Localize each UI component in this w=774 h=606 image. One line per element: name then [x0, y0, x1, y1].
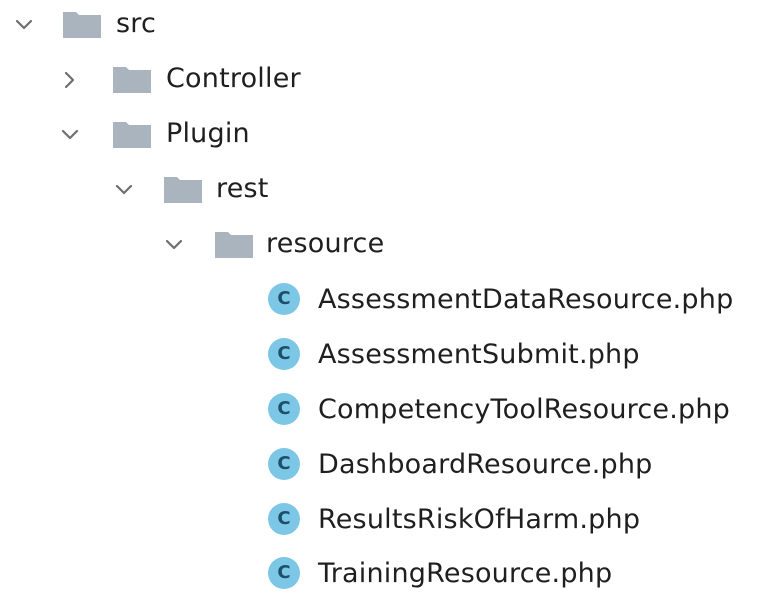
php-class-icon: C — [268, 393, 300, 425]
project-file-tree: src Controller Plugin rest resource C As… — [0, 0, 774, 589]
file-name: CompetencyToolResource.php — [318, 394, 730, 425]
tree-file-item[interactable]: C ResultsRiskOfHarm.php — [0, 498, 774, 552]
tree-node-rest[interactable]: rest — [0, 167, 774, 221]
file-name: TrainingResource.php — [318, 558, 613, 589]
folder-icon — [214, 229, 254, 259]
tree-node-label: src — [116, 8, 157, 39]
php-class-icon: C — [268, 448, 300, 480]
chevron-down-icon[interactable] — [110, 176, 138, 204]
php-class-icon: C — [268, 503, 300, 535]
tree-node-resource[interactable]: resource — [0, 222, 774, 276]
tree-node-label: rest — [216, 173, 269, 204]
tree-node-label: Controller — [166, 63, 301, 94]
file-name: DashboardResource.php — [318, 449, 653, 480]
folder-icon — [112, 119, 152, 149]
file-name: ResultsRiskOfHarm.php — [318, 504, 641, 535]
chevron-right-icon[interactable] — [56, 66, 84, 94]
tree-file-item[interactable]: C AssessmentSubmit.php — [0, 333, 774, 387]
folder-icon — [62, 9, 102, 39]
tree-node-label: resource — [266, 228, 385, 259]
tree-file-item[interactable]: C DashboardResource.php — [0, 443, 774, 497]
chevron-down-icon[interactable] — [56, 121, 84, 149]
folder-icon — [163, 174, 203, 204]
file-name: AssessmentDataResource.php — [318, 284, 734, 315]
tree-node-plugin[interactable]: Plugin — [0, 112, 774, 166]
tree-node-src[interactable]: src — [0, 2, 774, 56]
chevron-down-icon[interactable] — [10, 11, 38, 39]
php-class-icon: C — [268, 338, 300, 370]
file-name: AssessmentSubmit.php — [318, 339, 640, 370]
tree-file-item[interactable]: C AssessmentDataResource.php — [0, 278, 774, 332]
tree-file-item[interactable]: C CompetencyToolResource.php — [0, 388, 774, 442]
tree-file-item[interactable]: C TrainingResource.php — [0, 552, 774, 606]
chevron-down-icon[interactable] — [160, 231, 188, 259]
php-class-icon: C — [268, 557, 300, 589]
tree-node-controller[interactable]: Controller — [0, 57, 774, 111]
php-class-icon: C — [268, 283, 300, 315]
folder-icon — [112, 64, 152, 94]
tree-node-label: Plugin — [166, 118, 250, 149]
